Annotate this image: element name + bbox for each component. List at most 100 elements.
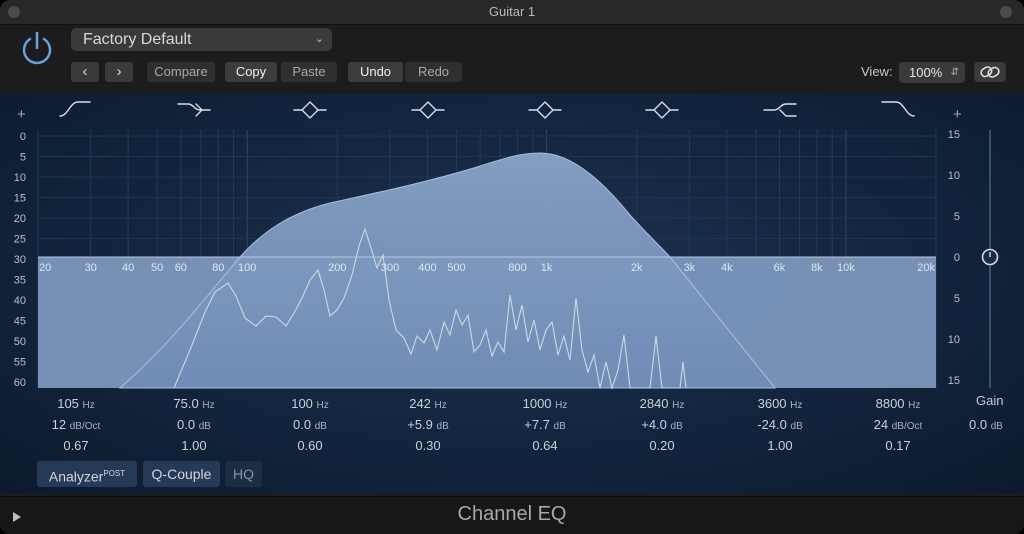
frequency-tick-label: 3k	[684, 262, 696, 274]
highcut-icon[interactable]	[878, 98, 918, 120]
band-frequency-unit: Hz	[790, 400, 803, 411]
band-frequency-value: 105	[57, 396, 79, 411]
frequency-tick-label: 500	[447, 262, 465, 274]
band-frequency[interactable]: 105 Hz	[31, 396, 121, 411]
frequency-tick-label: 4k	[721, 262, 733, 274]
band-q[interactable]: 0.17	[853, 438, 943, 453]
band-gain[interactable]: +4.0 dB	[617, 417, 707, 432]
band-gain-unit: dB	[314, 421, 327, 432]
band-gain-unit: dB/Oct	[891, 421, 923, 432]
right-scale-label: 10	[948, 334, 960, 346]
zoom-in-right-icon[interactable]: +	[953, 106, 962, 123]
band-gain[interactable]: +7.7 dB	[500, 417, 590, 432]
band-frequency[interactable]: 100 Hz	[265, 396, 355, 411]
band-q[interactable]: 0.20	[617, 438, 707, 453]
band-gain[interactable]: -24.0 dB	[735, 417, 825, 432]
band-frequency[interactable]: 2840 Hz	[617, 396, 707, 411]
band-q[interactable]: 0.64	[500, 438, 590, 453]
lowshelf-icon[interactable]	[174, 98, 214, 120]
left-scale-label: 15	[14, 193, 26, 205]
left-scale-label: 50	[14, 336, 26, 348]
frequency-tick-label: 20k	[917, 262, 935, 274]
eq-graph[interactable]: 20 30 40 50 60 80 100 200 300 400 500 800 1k 2k 3k 4k 6k…	[0, 0, 1024, 534]
zoom-in-left-icon[interactable]: +	[17, 106, 26, 123]
band-frequency-value: 100	[291, 396, 313, 411]
left-scale-label: 40	[14, 295, 26, 307]
gain-value[interactable]: 0.0 dB	[969, 417, 1003, 432]
band-frequency-value: 242	[409, 396, 431, 411]
band-gain-unit: dB/Oct	[69, 421, 101, 432]
band-gain-unit: dB	[790, 421, 803, 432]
left-scale-label: 20	[14, 213, 26, 225]
frequency-tick-label: 2k	[631, 262, 643, 274]
bell-icon[interactable]	[290, 98, 330, 120]
band-frequency[interactable]: 3600 Hz	[735, 396, 825, 411]
left-scale: 0 5 10 15 20 25 30 35 40 45 50 55 60	[14, 131, 26, 389]
band-frequency-value: 1000	[522, 396, 552, 411]
gain-label: Gain	[976, 393, 1004, 408]
band-gain-unit: dB	[670, 421, 683, 432]
lowcut-icon[interactable]	[56, 98, 96, 120]
band-gain-unit: dB	[436, 421, 449, 432]
frequency-tick-label: 50	[151, 262, 163, 274]
band-q[interactable]: 0.60	[265, 438, 355, 453]
frequency-tick-label: 40	[122, 262, 134, 274]
band-gain-value: 0.0	[293, 417, 312, 432]
frequency-tick-label: 300	[381, 262, 399, 274]
right-scale-label: 15	[948, 375, 960, 387]
right-scale-label: 15	[948, 129, 960, 141]
frequency-tick-label: 1k	[541, 262, 553, 274]
frequency-tick-label: 8k	[811, 262, 823, 274]
band-gain[interactable]: 0.0 dB	[149, 417, 239, 432]
band-gain-value: 0.0	[177, 417, 196, 432]
bell-icon[interactable]	[408, 98, 448, 120]
highshelf-icon[interactable]	[760, 98, 800, 120]
frequency-tick-label: 6k	[774, 262, 786, 274]
frequency-tick-label: 80	[212, 262, 224, 274]
band-frequency-unit: Hz	[672, 400, 685, 411]
left-scale-label: 30	[14, 254, 26, 266]
band-frequency[interactable]: 242 Hz	[383, 396, 473, 411]
frequency-tick-label: 60	[175, 262, 187, 274]
band-frequency-unit: Hz	[908, 400, 921, 411]
frequency-tick-label: 800	[508, 262, 526, 274]
band-frequency-value: 8800	[875, 396, 905, 411]
band-gain-value: -24.0	[757, 417, 787, 432]
left-scale-label: 55	[14, 357, 26, 369]
analyzer-button[interactable]: AnalyzerPOST	[37, 461, 137, 487]
band-gain[interactable]: +5.9 dB	[383, 417, 473, 432]
band-q[interactable]: 0.67	[31, 438, 121, 453]
frequency-tick-label: 100	[238, 262, 256, 274]
gain-knob[interactable]	[981, 248, 999, 266]
right-scale-label: 5	[954, 211, 960, 223]
left-scale-label: 25	[14, 234, 26, 246]
bell-icon[interactable]	[525, 98, 565, 120]
band-gain-value: +4.0	[641, 417, 667, 432]
left-scale-label: 5	[20, 152, 26, 164]
bell-icon[interactable]	[642, 98, 682, 120]
footer-bar: Channel EQ	[0, 496, 1024, 534]
band-frequency-unit: Hz	[555, 400, 568, 411]
band-gain-value: +7.7	[524, 417, 550, 432]
band-frequency-value: 3600	[757, 396, 787, 411]
band-frequency[interactable]: 75.0 Hz	[149, 396, 239, 411]
band-q[interactable]: 0.30	[383, 438, 473, 453]
band-q[interactable]: 1.00	[735, 438, 825, 453]
band-gain-value: 12	[51, 417, 67, 432]
left-scale-label: 35	[14, 275, 26, 287]
band-gain[interactable]: 12 dB/Oct	[31, 417, 121, 432]
band-frequency-value: 2840	[639, 396, 669, 411]
band-gain[interactable]: 0.0 dB	[265, 417, 355, 432]
band-frequency-unit: Hz	[202, 400, 215, 411]
right-scale-label: 5	[954, 293, 960, 305]
band-frequency-unit: Hz	[82, 400, 95, 411]
band-gain[interactable]: 24 dB/Oct	[853, 417, 943, 432]
right-scale-label: 0	[954, 252, 960, 264]
hq-button[interactable]: HQ	[225, 461, 262, 487]
q-couple-button[interactable]: Q-Couple	[143, 461, 220, 487]
frequency-tick-label: 20	[39, 262, 51, 274]
band-frequency[interactable]: 1000 Hz	[500, 396, 590, 411]
band-frequency[interactable]: 8800 Hz	[853, 396, 943, 411]
band-gain-unit: dB	[553, 421, 566, 432]
band-q[interactable]: 1.00	[149, 438, 239, 453]
